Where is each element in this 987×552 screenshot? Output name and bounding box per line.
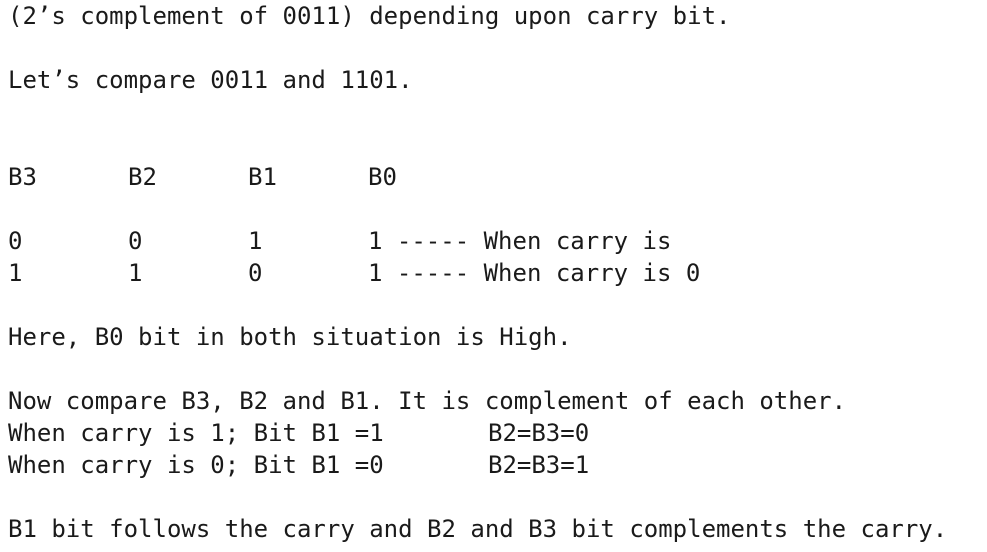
table-header-b3: B3 <box>8 163 37 191</box>
text-line-complement: (2’s complement of 0011) depending upon … <box>8 2 731 30</box>
text-line-b0-high: Here, B0 bit in both situation is High. <box>8 323 572 351</box>
text-line-compare: Let’s compare 0011 and 1101. <box>8 66 413 94</box>
table-row-1-b0: 1 ----- When carry is <box>368 227 672 255</box>
text-line-compare-bits: Now compare B3, B2 and B1. It is complem… <box>8 387 847 415</box>
document-body: (2’s complement of 0011) depending upon … <box>8 0 987 552</box>
condition-carry-0-right: B2=B3=1 <box>488 451 590 479</box>
table-row-1-b3: 0 <box>8 227 23 255</box>
table-row-2-b2: 1 <box>128 259 143 287</box>
table-row-2-b0: 1 ----- When carry is 0 <box>368 259 701 287</box>
table-header-b0: B0 <box>368 163 397 191</box>
text-line-conclusion: B1 bit follows the carry and B2 and B3 b… <box>8 515 948 543</box>
table-row-2-b3: 1 <box>8 259 23 287</box>
table-row-1-b2: 0 <box>128 227 143 255</box>
condition-carry-1-left: When carry is 1; Bit B1 =1 <box>8 419 384 447</box>
table-header-b2: B2 <box>128 163 157 191</box>
table-header-b1: B1 <box>248 163 277 191</box>
table-row-1-b1: 1 <box>248 227 263 255</box>
table-row-2-b1: 0 <box>248 259 263 287</box>
condition-carry-1-right: B2=B3=0 <box>488 419 590 447</box>
condition-carry-0-left: When carry is 0; Bit B1 =0 <box>8 451 384 479</box>
